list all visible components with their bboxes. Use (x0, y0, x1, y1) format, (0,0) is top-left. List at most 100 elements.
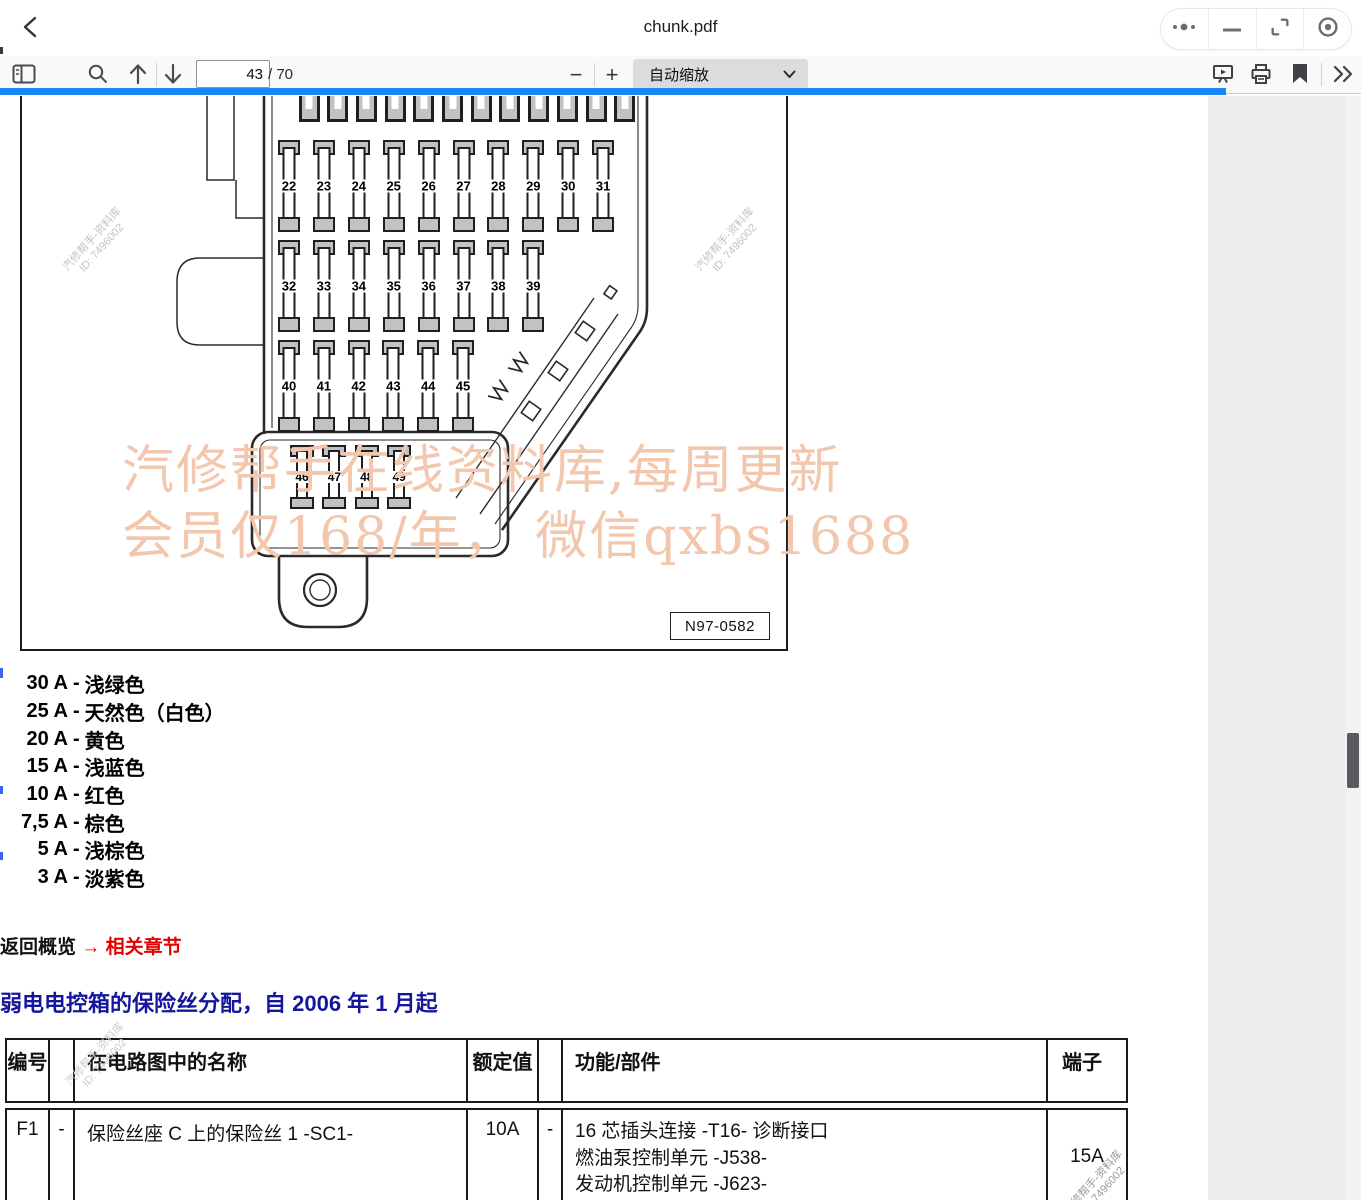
fuse-slot (614, 96, 635, 122)
legend-item: 15 A-浅蓝色 (6, 753, 225, 781)
progress-bar (0, 88, 1226, 95)
legend-item: 20 A-黄色 (6, 725, 225, 753)
selection-artifact (0, 668, 3, 678)
page-total-label: / 70 (268, 66, 293, 83)
fuse-slot (356, 96, 377, 122)
watermark-line2: 会员仅168/年， 微信qxbs1688 (122, 494, 914, 569)
restore-icon (1269, 16, 1291, 43)
zoom-out-button[interactable]: − (562, 61, 590, 89)
header-name: 在电路图中的名称 (73, 1038, 468, 1103)
fuse-39: 39 (522, 240, 544, 332)
fuse-41: 41 (313, 340, 335, 432)
fuse-23: 23 (313, 140, 335, 232)
restore-button[interactable] (1256, 9, 1304, 49)
page-down-button[interactable] (159, 61, 187, 89)
selection-artifact (0, 852, 3, 860)
fuse-slot (586, 96, 607, 122)
printer-icon (1250, 63, 1272, 88)
bookmark-icon (1292, 64, 1308, 87)
section-heading: 弱电电控箱的保险丝分配，自 2006 年 1 月起 (0, 986, 438, 1018)
fuse-29: 29 (522, 140, 544, 232)
zoom-mode-select[interactable]: 自动缩放 (633, 59, 808, 90)
print-button[interactable] (1247, 61, 1275, 89)
page-number-input[interactable] (196, 60, 270, 88)
fuse-slot (557, 96, 578, 122)
fuse-37: 37 (453, 240, 475, 332)
fuse-25: 25 (383, 140, 405, 232)
titlebar: chunk.pdf (0, 0, 1361, 56)
fuse-40: 40 (278, 340, 300, 432)
bookmark-button[interactable] (1286, 61, 1314, 89)
more-tools-button[interactable] (1328, 61, 1358, 89)
search-icon (87, 63, 109, 88)
legend-item: 10 A-红色 (6, 781, 225, 809)
record-button[interactable] (1303, 9, 1351, 49)
fuse-30: 30 (557, 140, 579, 232)
fuse-functions: 16 芯插头连接 -T16- 诊断接口 燃油泵控制单元 -J538- 发动机控制… (561, 1108, 1048, 1200)
function-line: 燃油泵控制单元 -J538- (575, 1146, 1038, 1173)
fuse-33: 33 (313, 240, 335, 332)
fuse-26: 26 (418, 140, 440, 232)
fuse-36: 36 (418, 240, 440, 332)
related-section-link[interactable]: 相关章节 (106, 937, 182, 958)
fuse-name: 保险丝座 C 上的保险丝 1 -SC1- (73, 1108, 468, 1200)
fuse-45: 45 (452, 340, 474, 432)
fuse-38: 38 (487, 240, 509, 332)
legend-item: 3 A-淡紫色 (6, 864, 225, 892)
search-button[interactable] (84, 61, 112, 89)
legend-item: 30 A-浅绿色 (6, 670, 225, 698)
fuse-28: 28 (487, 140, 509, 232)
fuse-slot (413, 96, 434, 122)
dash-cell: - (48, 1108, 75, 1200)
presentation-mode-button[interactable] (1209, 61, 1237, 89)
table-row: F1 - 保险丝座 C 上的保险丝 1 -SC1- 10A - 16 芯插头连接… (5, 1108, 1128, 1200)
toolbar-divider (156, 63, 157, 86)
fuse-35: 35 (383, 240, 405, 332)
page-up-button[interactable] (124, 61, 152, 89)
edge-handle-dot (0, 47, 3, 54)
minimize-icon (1223, 20, 1241, 38)
dash-cell: - (537, 1108, 563, 1200)
fuse-slot (499, 96, 520, 122)
fuse-id: F1 (5, 1108, 50, 1200)
chevron-down-icon (783, 66, 808, 84)
fuse-rating: 10A (466, 1108, 539, 1200)
header-id: 编号 (5, 1038, 50, 1103)
sidebar-toggle-icon (12, 64, 36, 87)
zoom-in-button[interactable]: + (598, 61, 626, 89)
table-header-row: 编号 在电路图中的名称 额定值 功能/部件 端子 (5, 1038, 1128, 1103)
fuse-slot (385, 96, 406, 122)
zoom-mode-label: 自动缩放 (649, 64, 783, 85)
ellipsis-icon (1171, 20, 1197, 38)
fuse-31: 31 (592, 140, 614, 232)
fuse-44: 44 (417, 340, 439, 432)
pdf-viewer-window: chunk.pdf (0, 0, 1361, 1200)
document-title: chunk.pdf (0, 17, 1361, 37)
window-controls (1160, 8, 1352, 50)
nav-line: 返回概览 → 相关章节 (0, 932, 182, 959)
vertical-scrollbar[interactable] (1345, 96, 1361, 1200)
toolbar-divider (594, 63, 595, 86)
fuse-22: 22 (278, 140, 300, 232)
record-target-icon (1317, 16, 1339, 43)
legend-item: 5 A-浅棕色 (6, 836, 225, 864)
arrow-down-icon (163, 62, 183, 89)
fuse-24: 24 (348, 140, 370, 232)
sidebar-toggle-button[interactable] (10, 61, 38, 89)
header-function: 功能/部件 (561, 1038, 1048, 1103)
header-terminal: 端子 (1046, 1038, 1128, 1103)
diagram-reference-label: N97-0582 (670, 612, 770, 640)
header-spacer (537, 1038, 563, 1103)
legend-item: 7,5 A-棕色 (6, 808, 225, 836)
arrow-right-glyph: → (81, 937, 100, 958)
fuse-slot (299, 96, 320, 122)
function-line: 16 芯插头连接 -T16- 诊断接口 (575, 1119, 1038, 1146)
viewer-content[interactable]: 2223242526272829303132333435363738394041… (0, 96, 1345, 1200)
fuse-slot (528, 96, 549, 122)
fuse-27: 27 (453, 140, 475, 232)
vertical-scrollbar-thumb[interactable] (1347, 733, 1359, 788)
minimize-button[interactable] (1208, 9, 1256, 49)
more-options-button[interactable] (1161, 9, 1208, 49)
watermark-line1: 汽修帮手在线资料库,每周更新 (122, 428, 843, 503)
toolbar-divider (1321, 63, 1322, 86)
